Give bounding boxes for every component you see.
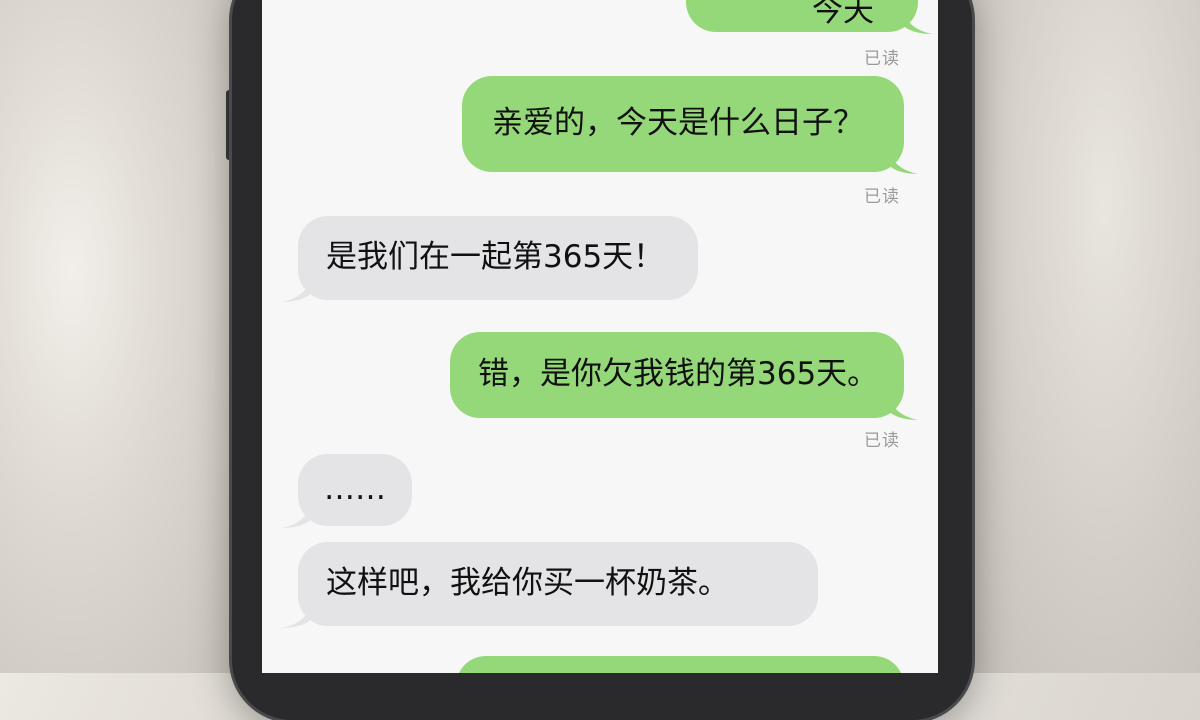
message-bubble-outgoing[interactable] xyxy=(456,656,904,673)
message-status: 已读 xyxy=(864,49,900,69)
bubble-tail-icon xyxy=(888,394,918,420)
message-text: …… xyxy=(324,471,386,508)
message-bubble-outgoing[interactable]: 错，是你欠我钱的第365天。 xyxy=(450,332,918,420)
message-text: 错，是你欠我钱的第365天。 xyxy=(478,356,879,393)
message-bubble-outgoing[interactable]: 今天 xyxy=(686,0,932,34)
bubble-tail-icon xyxy=(282,502,312,528)
message-bubble-outgoing[interactable]: 亲爱的，今天是什么日子？ xyxy=(462,76,918,174)
bubble-tail-icon xyxy=(902,8,932,34)
message-bubble-incoming[interactable]: 是我们在一起第365天！ xyxy=(282,216,698,302)
message-bubble-incoming[interactable]: 这样吧，我给你买一杯奶茶。 xyxy=(282,542,818,628)
message-text: 这样吧，我给你买一杯奶茶。 xyxy=(326,565,729,602)
message-text: 今天 xyxy=(812,0,874,30)
bubble-tail-icon xyxy=(888,148,918,174)
message-bubble-incoming[interactable]: …… xyxy=(282,454,412,528)
chat-screen[interactable]: 今天 已读 亲爱的，今天是什么日子？ 已读 是我们在一起第365天！ 错，是你欠… xyxy=(262,0,938,673)
message-text: 是我们在一起第365天！ xyxy=(326,239,665,276)
message-text: 亲爱的，今天是什么日子？ xyxy=(492,105,864,142)
message-status: 已读 xyxy=(864,431,900,451)
background-blur-right xyxy=(960,0,1200,673)
bubble-tail-icon xyxy=(282,602,312,628)
bubble-tail-icon xyxy=(282,276,312,302)
background-blur-left xyxy=(0,0,240,673)
message-status: 已读 xyxy=(864,187,900,207)
